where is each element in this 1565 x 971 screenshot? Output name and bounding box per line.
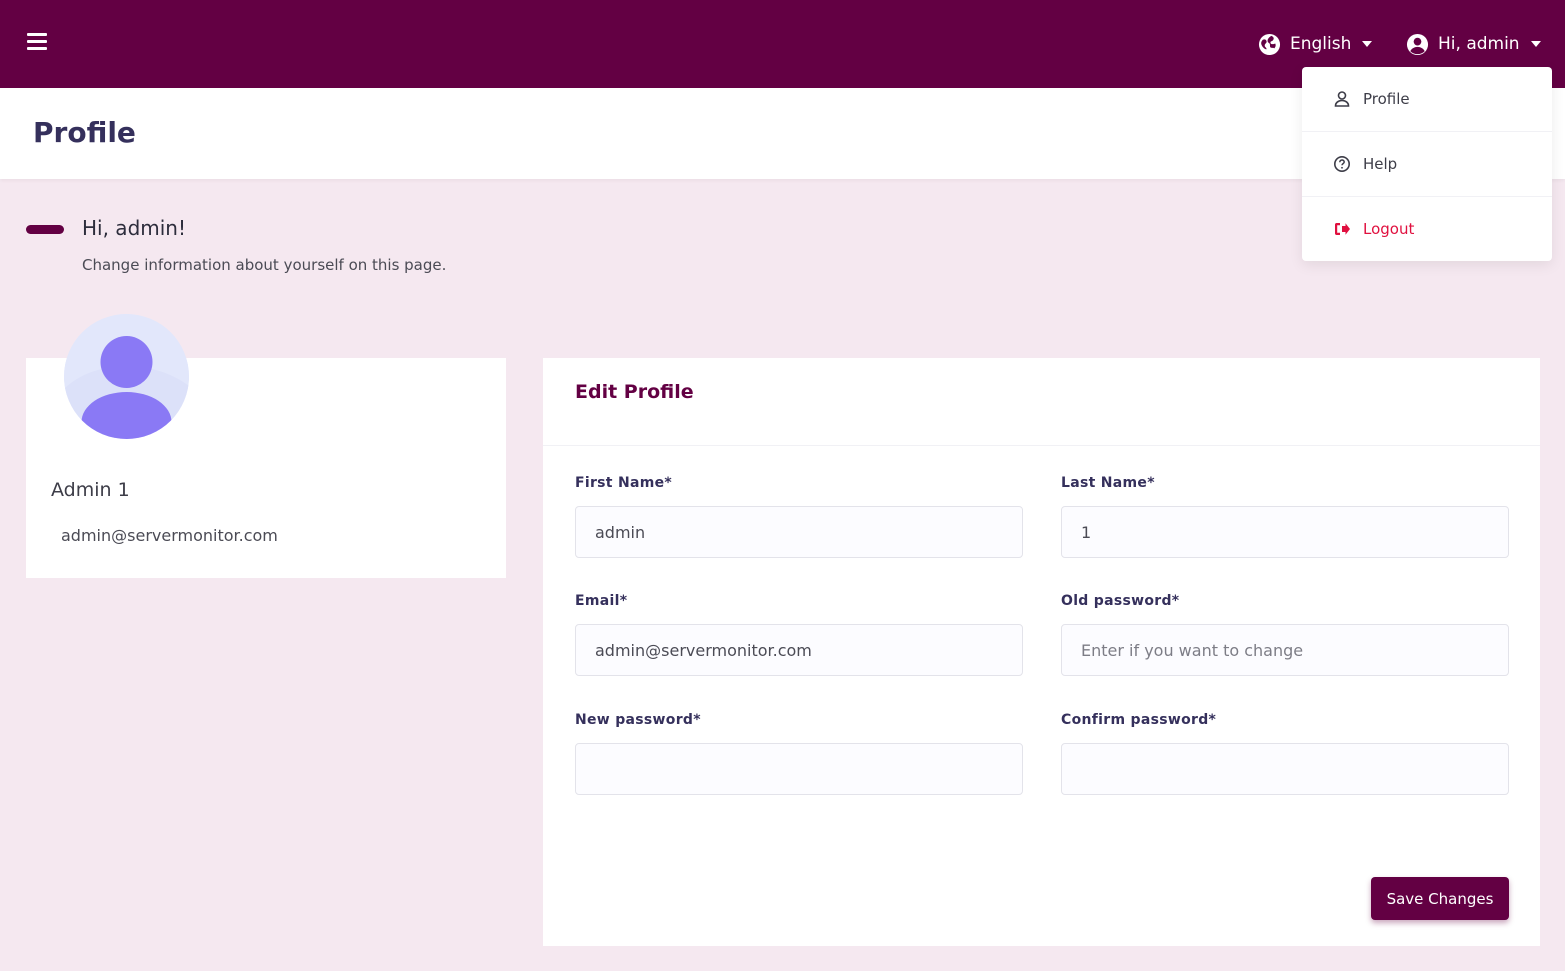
email-input[interactable] <box>575 624 1023 676</box>
confirm-password-label: Confirm password* <box>1061 712 1217 728</box>
user-dropdown-menu: Profile Help Logout <box>1302 67 1552 261</box>
page-title: Profile <box>33 116 136 149</box>
person-avatar-icon <box>64 314 189 439</box>
menu-item-label: Profile <box>1363 90 1410 108</box>
language-selector[interactable]: English <box>1258 30 1373 58</box>
new-password-label: New password* <box>575 712 701 728</box>
save-changes-button[interactable]: Save Changes <box>1371 877 1509 920</box>
user-circle-icon <box>1406 33 1429 55</box>
globe-icon <box>1258 33 1281 55</box>
welcome-subtitle: Change information about yourself on thi… <box>82 256 447 274</box>
menu-item-help[interactable]: Help <box>1302 132 1552 196</box>
language-label: English <box>1290 34 1352 54</box>
menu-bar <box>27 33 47 36</box>
menu-item-label: Help <box>1363 155 1398 173</box>
user-icon <box>1333 90 1351 108</box>
user-menu-toggle[interactable]: Hi, admin <box>1406 30 1541 58</box>
first-name-input[interactable] <box>575 506 1023 558</box>
caret-down-icon <box>1530 41 1541 47</box>
divider <box>543 445 1540 446</box>
new-password-input[interactable] <box>575 743 1023 795</box>
menu-bar <box>27 47 47 50</box>
edit-profile-title: Edit Profile <box>575 381 694 403</box>
menu-item-logout[interactable]: Logout <box>1302 197 1552 261</box>
profile-name: Admin 1 <box>51 479 130 501</box>
logout-icon <box>1333 220 1351 238</box>
menu-item-profile[interactable]: Profile <box>1302 67 1552 131</box>
menu-item-label: Logout <box>1363 220 1415 238</box>
menu-bar <box>27 40 47 43</box>
welcome-greeting: Hi, admin! <box>82 216 186 240</box>
last-name-input[interactable] <box>1061 506 1509 558</box>
caret-down-icon <box>1362 41 1373 47</box>
avatar <box>64 314 189 439</box>
profile-email: admin@servermonitor.com <box>61 526 278 545</box>
old-password-label: Old password* <box>1061 593 1180 609</box>
last-name-label: Last Name* <box>1061 475 1155 491</box>
user-greeting: Hi, admin <box>1438 34 1520 54</box>
confirm-password-input[interactable] <box>1061 743 1509 795</box>
menu-toggle-icon[interactable] <box>27 33 47 51</box>
email-label: Email* <box>575 593 628 609</box>
first-name-label: First Name* <box>575 475 673 491</box>
accent-marker <box>26 225 64 234</box>
old-password-input[interactable] <box>1061 624 1509 676</box>
question-circle-icon <box>1333 155 1351 173</box>
